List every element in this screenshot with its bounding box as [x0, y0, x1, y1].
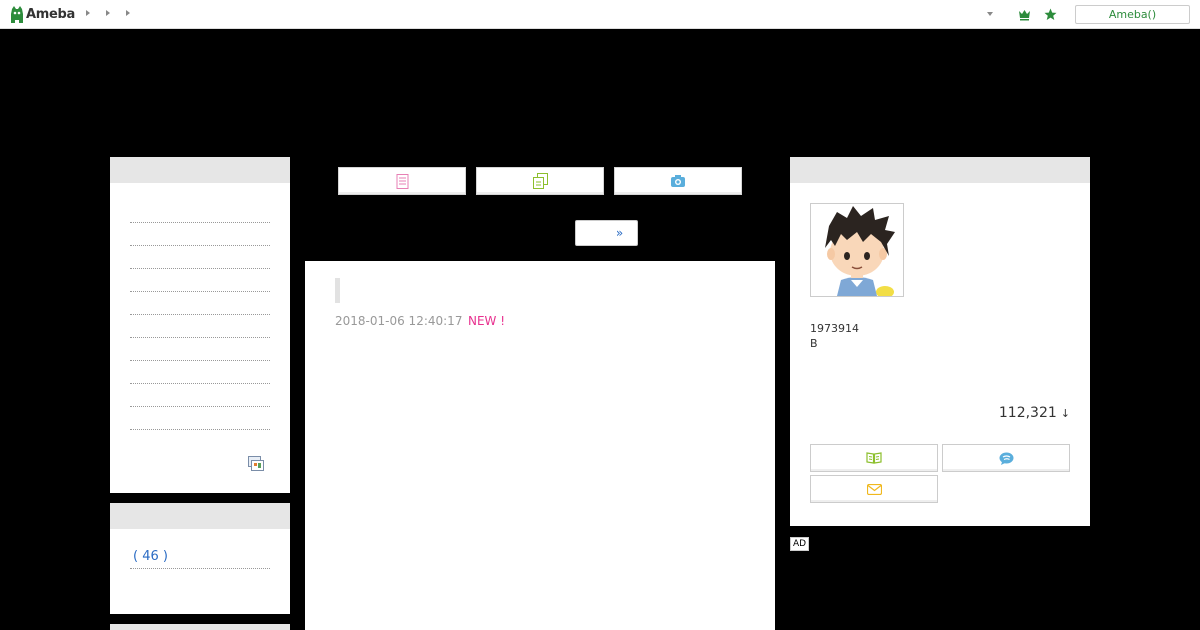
panel-body [120, 193, 280, 483]
profile-id: 1973914 [810, 322, 859, 335]
reader-button[interactable] [810, 444, 938, 472]
follower-count-value: 112,321 [998, 405, 1057, 421]
breadcrumb-arrow-1[interactable] [86, 10, 90, 16]
follower-count[interactable]: 112,321 ↓ [999, 405, 1070, 421]
mail-button[interactable] [810, 475, 938, 503]
sidebar-panel-3 [110, 624, 290, 630]
panel-header [110, 624, 290, 630]
crown-icon[interactable] [1018, 8, 1031, 21]
list-divider [130, 383, 270, 384]
next-page-button[interactable]: » [575, 220, 638, 246]
panel-header [110, 157, 290, 183]
breadcrumb-arrow-3[interactable] [126, 10, 130, 16]
dropdown-caret-icon[interactable] [987, 12, 993, 16]
new-badge: NEW ! [468, 314, 506, 328]
ameba-logo-icon [11, 5, 23, 23]
list-divider [130, 360, 270, 361]
list-divider [130, 222, 270, 223]
photo-button[interactable] [614, 167, 742, 195]
star-icon[interactable] [1044, 8, 1057, 21]
ad-label: AD [790, 537, 810, 551]
ameba-logo[interactable]: Ameba [10, 5, 75, 24]
list-divider [130, 337, 270, 338]
rss-feed-icon[interactable] [248, 456, 264, 471]
message-button[interactable] [942, 444, 1070, 472]
panel-header [110, 503, 290, 529]
top-bar: Ameba Ameba() [0, 0, 1200, 29]
list-divider [130, 568, 270, 569]
article-title-marker [335, 278, 340, 303]
follower-arrow-icon: ↓ [1060, 407, 1070, 420]
chat-icon [999, 452, 1013, 465]
list-divider [130, 268, 270, 269]
panel-header [790, 157, 1090, 183]
avatar[interactable] [810, 203, 904, 297]
mail-icon [866, 483, 882, 495]
book-icon [866, 452, 882, 464]
list-divider [130, 406, 270, 407]
camera-icon [671, 175, 685, 187]
ameba-account-button[interactable]: Ameba() [1075, 5, 1190, 24]
avatar-image [825, 206, 895, 296]
article-date: 2018-01-06 12:40:17 [335, 314, 463, 328]
list-divider [130, 245, 270, 246]
article-list-button[interactable] [338, 167, 466, 195]
reblog-button[interactable] [476, 167, 604, 195]
list-divider [130, 429, 270, 430]
logo-text: Ameba [26, 7, 76, 22]
category-count-link[interactable]: ( 46 ) [133, 549, 168, 564]
breadcrumb-arrow-2[interactable] [106, 10, 110, 16]
profile-type: B [810, 337, 818, 350]
list-divider [130, 291, 270, 292]
list-divider [130, 314, 270, 315]
sidebar-theme-panel [110, 157, 290, 493]
copy-icon [532, 173, 548, 189]
article-icon [396, 173, 408, 189]
